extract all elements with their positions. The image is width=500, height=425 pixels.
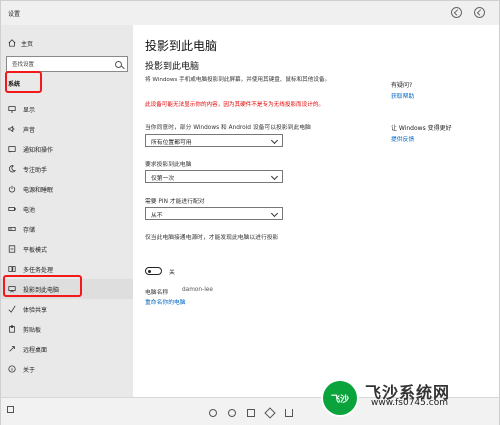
sidebar-item-info[interactable]: 关于 — [1, 359, 133, 379]
project-highlight-box — [3, 275, 82, 297]
window-controls — [451, 7, 485, 18]
sidebar-item-label: 远程桌面 — [23, 346, 48, 354]
sidebar-item-label: 专注助手 — [23, 166, 48, 174]
help-title: 有疑问? — [391, 82, 413, 89]
storage-icon — [8, 225, 16, 233]
download-icon[interactable] — [285, 409, 293, 417]
sidebar-item-label: 多任务处理 — [23, 266, 54, 274]
sidebar-item-display[interactable]: 显示 — [1, 99, 133, 119]
projection-description: 将 Windows 手机或电脑投影到此屏幕，并使用其键盘、鼠标和其他设备。 — [145, 77, 331, 83]
sidebar-item-remote[interactable]: 远程桌面 — [1, 339, 133, 359]
notification-icon — [8, 145, 16, 153]
sidebar-item-label: 关于 — [23, 366, 36, 374]
sidebar-item-label: 平板模式 — [23, 246, 48, 254]
page-title: 投影到此电脑 — [145, 62, 200, 72]
main-content: 投影到此电脑 投影到此电脑 将 Windows 手机或电脑投影到此屏幕，并使用其… — [133, 25, 499, 397]
moon-icon — [8, 165, 16, 173]
rotate-icon[interactable] — [264, 407, 276, 419]
sidebar-item-tablet[interactable]: 平板模式 — [1, 239, 133, 259]
pc-name-label: 电脑名称 — [145, 290, 169, 296]
permission-label: 当你同意时，部分 Windows 和 Android 设备可以投影到此电脑 — [145, 125, 311, 131]
improve-title: 让 Windows 变得更好 — [391, 125, 452, 132]
remote-icon — [8, 345, 16, 353]
sidebar-item-power[interactable]: 电源和睡眠 — [1, 179, 133, 199]
pin-label: 需要 PIN 才能进行配对 — [145, 199, 205, 205]
sidebar-item-label: 体验共享 — [23, 306, 48, 314]
home-label: 主页 — [21, 40, 34, 48]
toggle-state: 关 — [169, 270, 175, 276]
view-controls — [209, 407, 293, 419]
display-icon — [8, 105, 16, 113]
settings-window: 设置 主页 查找设置 系统 显示 声音 通知和操作 专注助手 电源和睡眠 电池 存储 平板模式… — [0, 0, 500, 425]
window-title: 设置 — [8, 11, 21, 18]
feedback-link[interactable]: 提供反馈 — [391, 134, 414, 143]
sidebar-item-storage[interactable]: 存储 — [1, 219, 133, 239]
sidebar-item-battery[interactable]: 电池 — [1, 199, 133, 219]
sidebar-item-speaker[interactable]: 声音 — [1, 119, 133, 139]
pc-name-value: damon-lee — [182, 287, 213, 293]
system-highlight-box — [5, 71, 42, 93]
sidebar-item-share[interactable]: 体验共享 — [1, 299, 133, 319]
sidebar-item-label: 电池 — [23, 206, 36, 214]
sidebar-item-label: 通知和操作 — [23, 146, 54, 154]
permission-dropdown[interactable]: 所有位置都可用 — [145, 134, 283, 147]
pin-dropdown[interactable]: 从不 — [145, 207, 283, 220]
sidebar-item-clipboard[interactable]: 剪贴板 — [1, 319, 133, 339]
home-icon — [8, 39, 16, 47]
watermark-title: 飞沙系统网 — [365, 383, 451, 402]
info-icon — [8, 365, 16, 373]
request-value: 仅第一次 — [151, 176, 175, 182]
chevron-down-icon — [270, 136, 279, 145]
sidebar-item-notification[interactable]: 通知和操作 — [1, 139, 133, 159]
fit-icon[interactable] — [247, 409, 255, 417]
share-icon — [8, 305, 16, 313]
toggle-knob — [148, 270, 151, 273]
request-label: 要求投影到此电脑 — [145, 162, 192, 168]
multitask-icon — [8, 265, 16, 273]
power-icon — [8, 185, 16, 193]
sidebar-item-label: 显示 — [23, 106, 36, 114]
watermark-logo: 飞沙 — [323, 381, 357, 415]
minimize-icon[interactable] — [451, 7, 462, 18]
pin-value: 从不 — [151, 213, 163, 219]
settings-search-input[interactable]: 查找设置 — [6, 56, 128, 72]
request-dropdown[interactable]: 仅第一次 — [145, 170, 283, 183]
sidebar-item-label: 声音 — [23, 126, 36, 134]
clipboard-icon — [8, 325, 16, 333]
search-placeholder: 查找设置 — [12, 62, 35, 68]
permission-value: 所有位置都可用 — [151, 140, 192, 146]
zoom-out-icon[interactable] — [228, 409, 236, 417]
settings-sidebar: 主页 查找设置 系统 显示 声音 通知和操作 专注助手 电源和睡眠 电池 存储 平板模式 多任务… — [1, 25, 133, 397]
tablet-icon — [8, 245, 16, 253]
power-toggle[interactable] — [145, 267, 162, 275]
power-label: 仅当此电脑接通电源时，才能发现此电脑以进行投影 — [145, 235, 279, 241]
sidebar-item-label: 电源和睡眠 — [23, 186, 54, 194]
speaker-icon — [8, 125, 16, 133]
close-icon[interactable] — [474, 7, 485, 18]
keyboard-icon[interactable] — [7, 406, 14, 413]
watermark-url: www.fs0745.com — [371, 398, 448, 408]
title-bar: 设置 — [1, 1, 499, 25]
sidebar-home[interactable]: 主页 — [8, 36, 33, 50]
rename-pc-link[interactable]: 重命名你的电脑 — [145, 297, 186, 306]
battery-icon — [8, 205, 16, 213]
sidebar-item-label: 存储 — [23, 226, 36, 234]
zoom-in-icon[interactable] — [209, 409, 217, 417]
sidebar-item-moon[interactable]: 专注助手 — [1, 159, 133, 179]
site-watermark: 飞沙 飞沙系统网 www.fs0745.com — [323, 375, 487, 421]
search-icon[interactable] — [115, 60, 122, 68]
chevron-down-icon — [270, 209, 279, 218]
content-header: 投影到此电脑 — [145, 39, 218, 53]
hardware-warning: 此设备可能无法显示你的内容，因为其硬件不是专为无线投影而设计的。 — [145, 102, 325, 108]
help-link[interactable]: 获取帮助 — [391, 91, 414, 100]
sidebar-item-label: 剪贴板 — [23, 326, 42, 334]
chevron-down-icon — [270, 172, 279, 181]
